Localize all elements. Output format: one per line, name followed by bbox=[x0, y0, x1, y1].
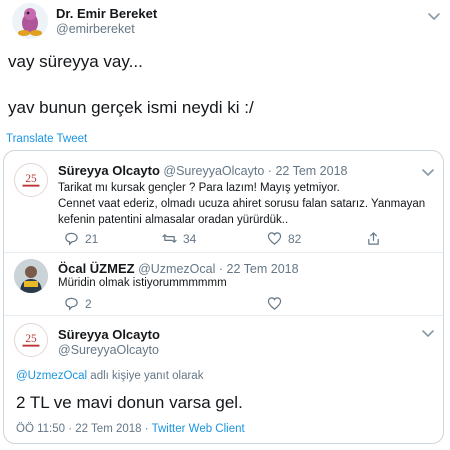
chevron-down-icon[interactable] bbox=[420, 325, 436, 341]
translate-tweet-link[interactable]: Translate Tweet bbox=[6, 133, 87, 145]
tweet1-share-button[interactable] bbox=[366, 231, 381, 246]
quoted-thread-card[interactable]: 25 Süreyya Olcayto @SureyyaOlcayto · 22 … bbox=[3, 150, 444, 444]
chevron-down-icon[interactable] bbox=[426, 8, 442, 24]
reply-icon bbox=[65, 232, 78, 246]
tweet2-reply-count: 2 bbox=[85, 296, 92, 311]
tweet1-text: Tarikat mı kursak gençler ? Para lazım! … bbox=[58, 180, 425, 228]
svg-text:25: 25 bbox=[25, 333, 37, 345]
tweet1-text-line2: Cennet vaat ederiz, olmadı ucuza ahiret … bbox=[58, 198, 426, 210]
ocal-avatar[interactable] bbox=[14, 259, 48, 293]
tweet2-reply-button[interactable]: 2 bbox=[64, 296, 92, 311]
author-handle[interactable]: @emirbereket bbox=[56, 22, 135, 36]
like-icon bbox=[267, 232, 282, 245]
tweet2-date[interactable]: 22 Tem 2018 bbox=[227, 262, 299, 276]
tweet1-retweet-count: 34 bbox=[183, 231, 197, 246]
tweet1-text-line1: Tarikat mı kursak gençler ? Para lazım! … bbox=[58, 182, 340, 194]
tweet2-author-handle[interactable]: @UzmezOcal bbox=[138, 262, 215, 276]
tweet2-like-button[interactable] bbox=[267, 296, 282, 311]
tweet1-reply-count: 21 bbox=[85, 231, 99, 246]
tweet1-retweet-button[interactable]: 34 bbox=[162, 231, 196, 246]
tweet3-separator: · bbox=[68, 423, 73, 435]
sureyya-avatar[interactable]: 25 bbox=[14, 163, 48, 197]
tweet-divider bbox=[4, 315, 443, 316]
svg-text:25: 25 bbox=[25, 173, 37, 185]
tweet3-text: 2 TL ve mavi donun varsa gel. bbox=[16, 393, 243, 412]
tweet3-date[interactable]: 22 Tem 2018 bbox=[75, 423, 141, 435]
tweet1-author-handle[interactable]: @SureyyaOlcayto bbox=[163, 164, 264, 178]
tweet1-like-button[interactable]: 82 bbox=[267, 231, 301, 246]
tweet3-author-name[interactable]: Süreyya Olcayto bbox=[58, 327, 160, 342]
chevron-down-icon[interactable] bbox=[420, 164, 436, 180]
author-name[interactable]: Dr. Emir Bereket bbox=[56, 6, 157, 21]
tweet1-date[interactable]: 22 Tem 2018 bbox=[275, 164, 347, 178]
tweet-divider bbox=[4, 252, 443, 253]
tweet1-author-name[interactable]: Süreyya Olcayto bbox=[58, 163, 160, 178]
like-icon bbox=[267, 297, 282, 310]
tweet3-separator: · bbox=[144, 423, 149, 435]
tweet1-header: Süreyya Olcayto @SureyyaOlcayto · 22 Tem… bbox=[58, 163, 347, 178]
tweet3-source[interactable]: Twitter Web Client bbox=[152, 423, 245, 435]
tweet2-author-name[interactable]: Öcal ÜZMEZ bbox=[58, 261, 135, 276]
reply-to-suffix: adlı kişiye yanıt olarak bbox=[87, 370, 204, 382]
author-avatar[interactable] bbox=[12, 3, 48, 39]
retweet-icon bbox=[162, 234, 177, 243]
reply-icon bbox=[65, 297, 78, 311]
tweet2-text: Müridin olmak istiyorummmmmm bbox=[58, 277, 227, 289]
tweet-text-line1: vay süreyya vay... bbox=[8, 52, 143, 71]
tweet3-author-handle[interactable]: @SureyyaOlcayto bbox=[58, 343, 159, 357]
reply-to-handle[interactable]: @UzmezOcal bbox=[16, 370, 87, 382]
share-icon bbox=[368, 232, 379, 245]
reply-context: @UzmezOcal adlı kişiye yanıt olarak bbox=[16, 370, 203, 382]
tweet1-text-line3: kefenin patentini almasalar oradan yürür… bbox=[58, 214, 289, 226]
tweet1-like-count: 82 bbox=[288, 231, 302, 246]
tweet-text-line2: yav bunun gerçek ismi neydi ki :/ bbox=[8, 98, 254, 117]
sureyya-avatar[interactable]: 25 bbox=[14, 323, 48, 357]
tweet2-separator: · bbox=[218, 262, 224, 276]
tweet1-reply-button[interactable]: 21 bbox=[64, 231, 98, 246]
tweet3-time[interactable]: ÖÖ 11:50 bbox=[16, 423, 65, 435]
tweet2-header: Öcal ÜZMEZ @UzmezOcal · 22 Tem 2018 bbox=[58, 261, 299, 276]
tweet1-separator: · bbox=[267, 164, 272, 178]
tweet3-meta: ÖÖ 11:50 · 22 Tem 2018 · Twitter Web Cli… bbox=[16, 423, 245, 435]
